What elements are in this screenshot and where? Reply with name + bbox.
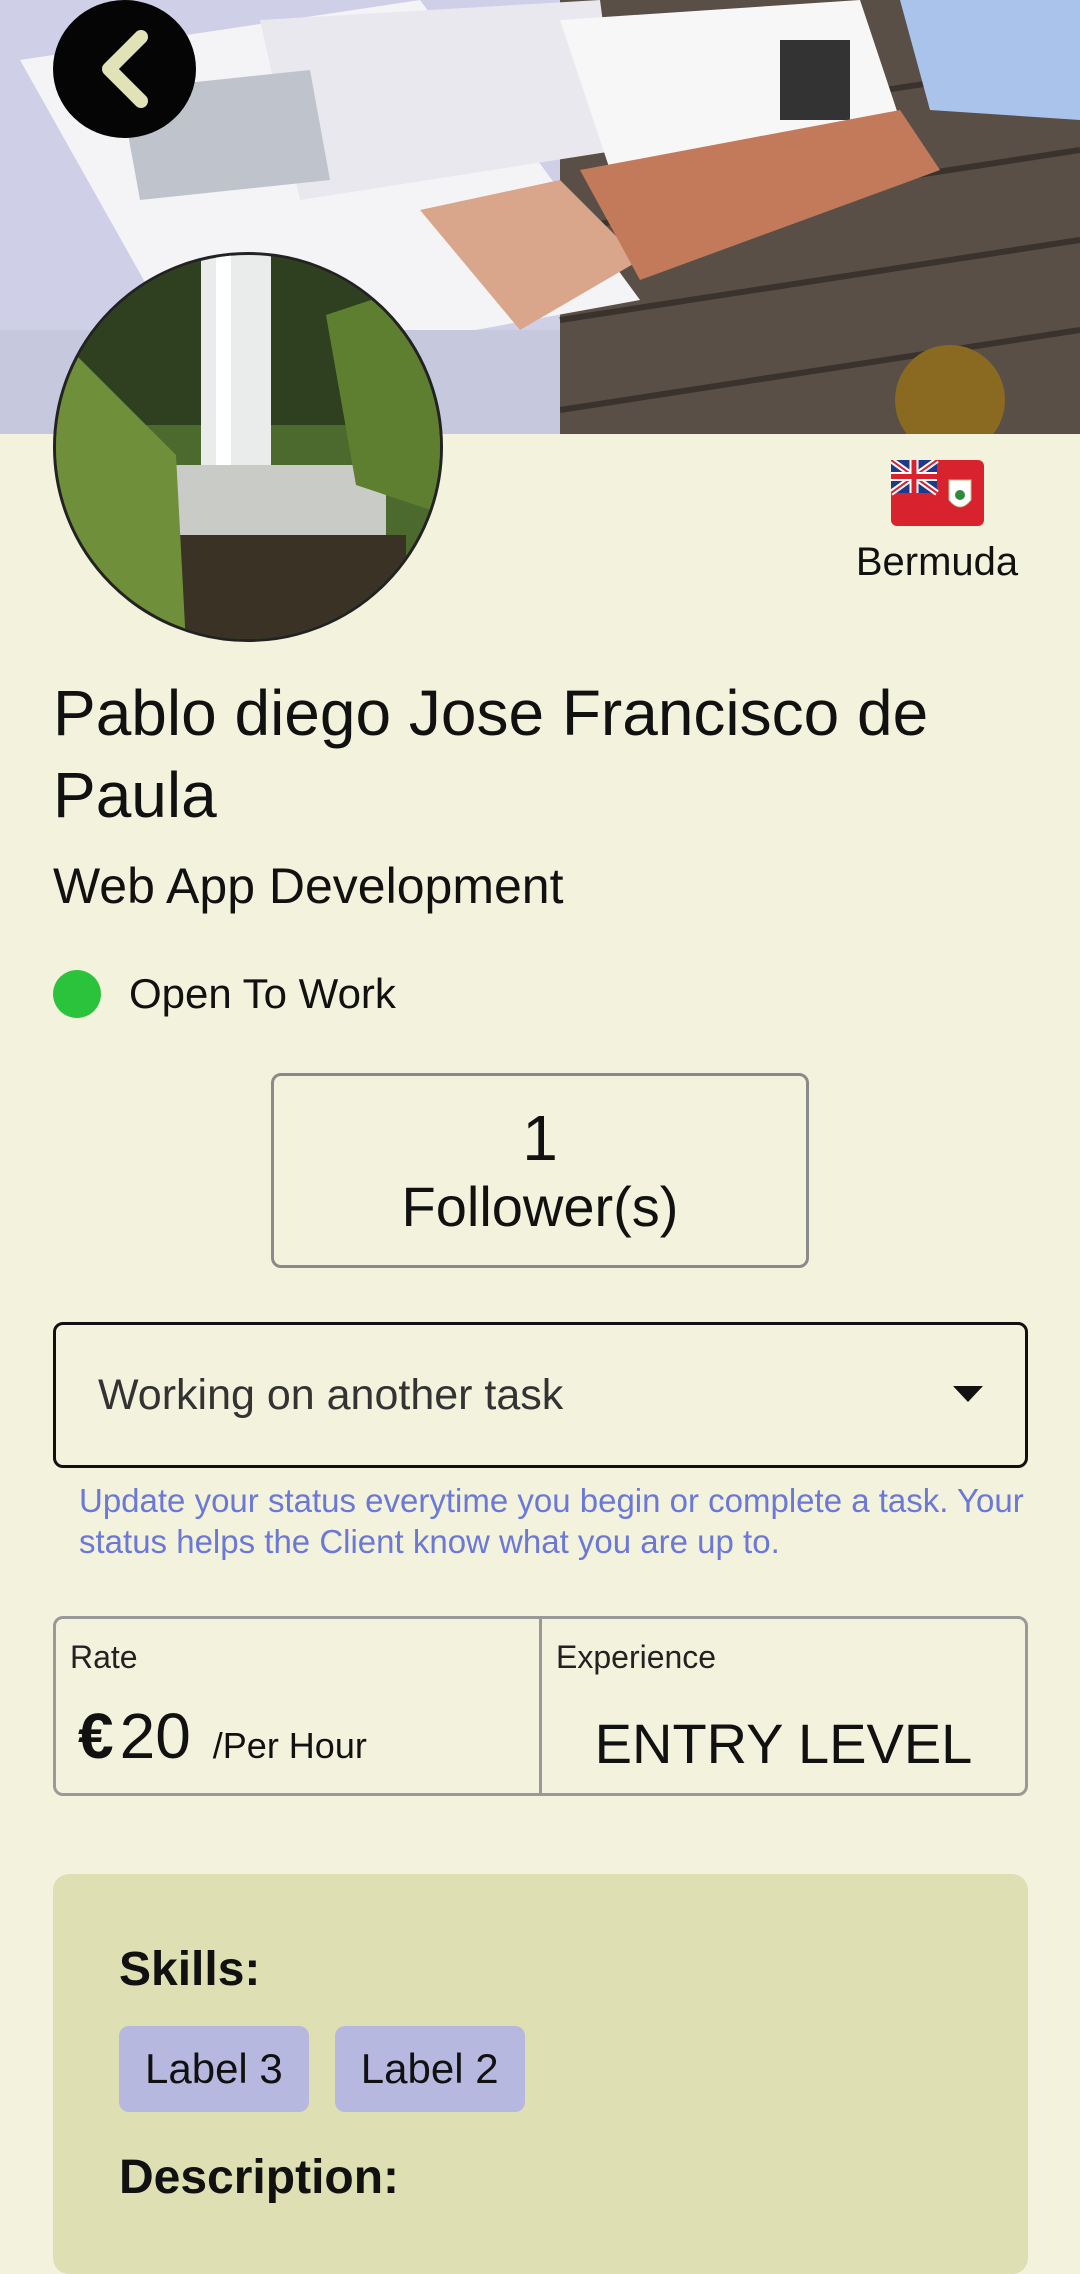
skills-list: Label 3 Label 2 bbox=[119, 2026, 551, 2112]
skills-heading: Skills: bbox=[119, 1943, 261, 1996]
profile-name: Pablo diego Jose Francisco de Paula bbox=[53, 677, 929, 831]
experience-value: ENTRY LEVEL bbox=[594, 1712, 973, 1775]
country-block: Bermuda bbox=[847, 460, 1027, 585]
currency-symbol: € bbox=[78, 1700, 114, 1772]
rate-label: Rate bbox=[70, 1639, 138, 1675]
rate-value: € 20 /Per Hour bbox=[78, 1699, 367, 1773]
status-select-value: Working on another task bbox=[98, 1370, 564, 1419]
skills-panel: Skills: Label 3 Label 2 Description: bbox=[53, 1874, 1028, 2274]
chevron-left-icon bbox=[101, 30, 148, 108]
back-button[interactable] bbox=[53, 0, 196, 138]
rate-unit: /Per Hour bbox=[212, 1725, 367, 1766]
followers-count: 1 bbox=[522, 1101, 558, 1174]
status-select[interactable]: Working on another task bbox=[53, 1322, 1028, 1468]
avatar bbox=[53, 252, 443, 642]
skill-chip[interactable]: Label 2 bbox=[334, 2026, 525, 2112]
dropdown-caret-icon bbox=[953, 1386, 983, 1402]
profile-role: Web App Development bbox=[53, 858, 564, 914]
description-heading: Description: bbox=[119, 2151, 400, 2204]
skill-chip[interactable]: Label 3 bbox=[119, 2026, 309, 2112]
bermuda-flag-icon bbox=[890, 460, 984, 526]
experience-cell: Experience ENTRY LEVEL bbox=[539, 1619, 1025, 1793]
rate-experience-box: Rate € 20 /Per Hour Experience ENTRY LEV… bbox=[53, 1616, 1028, 1796]
status-dot-icon bbox=[53, 970, 101, 1018]
availability-label: Open To Work bbox=[129, 970, 396, 1017]
followers-label: Follower(s) bbox=[401, 1174, 679, 1238]
rate-cell: Rate € 20 /Per Hour bbox=[56, 1619, 539, 1793]
rate-amount: 20 bbox=[119, 1700, 191, 1772]
experience-label: Experience bbox=[556, 1639, 717, 1675]
status-helper-text: Update your status everytime you begin o… bbox=[79, 1482, 1024, 1560]
availability-status: Open To Work bbox=[53, 970, 396, 1018]
followers-card[interactable]: 1 Follower(s) bbox=[271, 1073, 809, 1268]
country-label: Bermuda bbox=[855, 540, 1019, 584]
